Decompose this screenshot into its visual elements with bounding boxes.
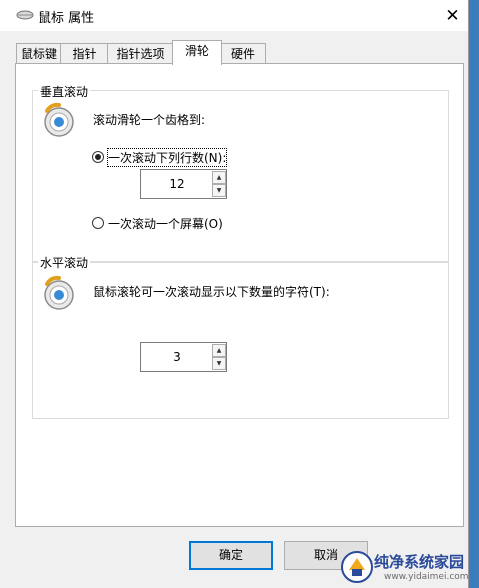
lines-per-notch-spinner[interactable]: 12 ▲ ▼ bbox=[140, 169, 227, 199]
vertical-scrolling-title: 垂直滚动 bbox=[38, 83, 91, 100]
vertical-scroll-description: 滚动滑轮一个齿格到: bbox=[93, 113, 206, 127]
watermark-text: 纯净系统家园 bbox=[374, 553, 465, 571]
tab-pointer-options[interactable]: 指针选项 bbox=[107, 43, 174, 64]
mouse-icon bbox=[16, 10, 34, 20]
tab-hardware[interactable]: 硬件 bbox=[220, 43, 266, 64]
tab-wheel[interactable]: 滑轮 bbox=[172, 40, 222, 65]
scroll-lines-radio[interactable] bbox=[92, 151, 104, 163]
title-bar[interactable]: 鼠标 属性 ✕ bbox=[0, 0, 468, 31]
mouse-properties-dialog: 鼠标 属性 ✕ 鼠标键 指针 指针选项 滑轮 硬件 垂直滚动 滚动滑轮一个齿格到… bbox=[0, 0, 469, 588]
chars-down-button[interactable]: ▼ bbox=[212, 357, 226, 370]
chevron-up-icon: ▲ bbox=[216, 347, 222, 354]
mouse-wheel-icon bbox=[44, 275, 74, 310]
lines-down-button[interactable]: ▼ bbox=[212, 184, 226, 197]
wheel-tab-panel: 垂直滚动 滚动滑轮一个齿格到: 一次滚动下列行数(N): 12 ▲ ▼ 一次滚动… bbox=[15, 63, 464, 527]
watermark: 纯净系统家园 www.yidaimei.com bbox=[340, 548, 479, 588]
watermark-logo bbox=[341, 551, 373, 583]
mouse-wheel-icon bbox=[44, 102, 74, 137]
horizontal-scrolling-title: 水平滚动 bbox=[38, 254, 91, 271]
horizontal-scroll-description: 鼠标滚轮可一次滚动显示以下数量的字符(T): bbox=[93, 285, 330, 299]
chevron-down-icon: ▼ bbox=[216, 187, 222, 194]
tab-pointers[interactable]: 指针 bbox=[60, 43, 109, 64]
window-title: 鼠标 属性 bbox=[38, 11, 95, 26]
chars-up-button[interactable]: ▲ bbox=[212, 344, 226, 357]
chars-per-tilt-value[interactable]: 3 bbox=[141, 343, 213, 371]
ok-button[interactable]: 确定 bbox=[189, 541, 273, 570]
chevron-up-icon: ▲ bbox=[216, 174, 222, 181]
tab-buttons[interactable]: 鼠标键 bbox=[16, 43, 62, 64]
scroll-screen-radio[interactable] bbox=[92, 217, 104, 229]
close-button[interactable]: ✕ bbox=[437, 0, 468, 31]
scroll-screen-label[interactable]: 一次滚动一个屏幕(O) bbox=[108, 215, 223, 232]
close-icon: ✕ bbox=[445, 5, 460, 26]
watermark-url: www.yidaimei.com bbox=[384, 572, 469, 582]
scroll-lines-label[interactable]: 一次滚动下列行数(N): bbox=[106, 148, 228, 167]
chars-per-tilt-spinner[interactable]: 3 ▲ ▼ bbox=[140, 342, 227, 372]
chevron-down-icon: ▼ bbox=[216, 360, 222, 367]
lines-per-notch-value[interactable]: 12 bbox=[141, 170, 213, 198]
lines-up-button[interactable]: ▲ bbox=[212, 171, 226, 184]
